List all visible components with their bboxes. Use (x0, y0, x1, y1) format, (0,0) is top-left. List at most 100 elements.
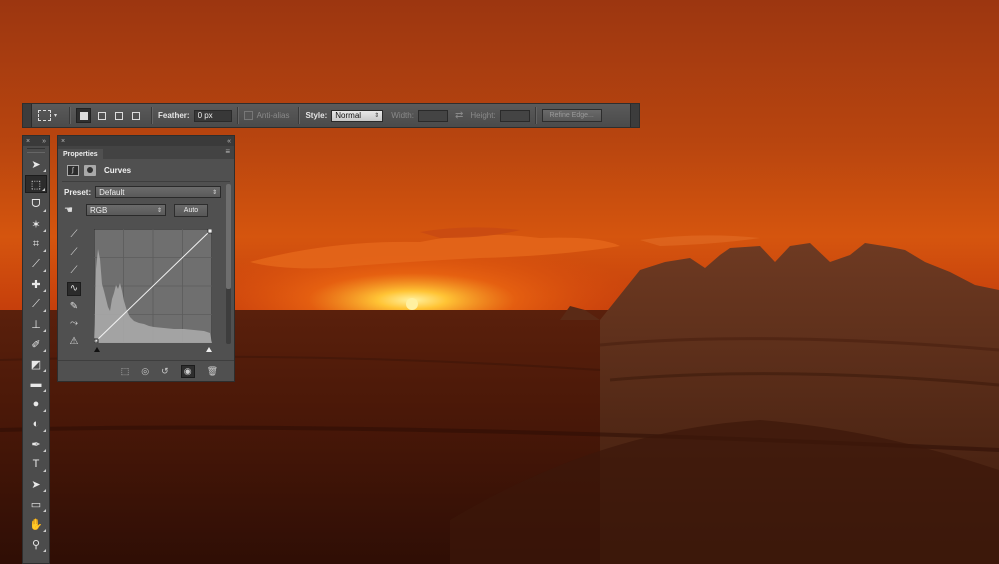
tool-flyout-indicator (43, 209, 46, 212)
rectangular-marquee-icon (38, 110, 51, 121)
lasso-tool-button[interactable]: ᗜ (25, 195, 47, 213)
refine-edge-button[interactable]: Refine Edge... (541, 109, 602, 122)
input-level-sliders[interactable] (94, 346, 212, 352)
width-label: Width: (391, 111, 414, 120)
tools-panel: × » ➤ ⬚ ᗜ ✶ ⌗ ⟋ ✚ ⟋ ⊥ ✐ ◩ ▬ ● ◐ ✒ T ➤ ▭ ✋ ⚲ (22, 135, 50, 564)
gradient-tool-button[interactable]: ▬ (25, 375, 47, 393)
move-tool-icon: ➤ (31, 158, 41, 171)
crop-tool-button[interactable]: ⌗ (25, 235, 47, 253)
eraser-tool-icon: ◩ (30, 358, 42, 371)
clip-to-layer-icon[interactable]: ⬚ (121, 366, 130, 377)
channel-select[interactable]: RGB ⇕ (86, 204, 166, 216)
subtract-from-selection-icon (114, 111, 123, 120)
curves-graph[interactable] (94, 229, 212, 343)
hand-tool-button[interactable]: ✋ (25, 515, 47, 533)
move-tool-button[interactable]: ➤ (25, 155, 47, 173)
history-brush-tool-icon: ✐ (31, 338, 41, 351)
close-icon[interactable]: × (61, 138, 65, 145)
adjustment-title: ∫ Curves (58, 159, 234, 181)
tool-flyout-indicator (43, 409, 46, 412)
toggle-visibility-eye-icon[interactable]: ◉ (180, 364, 195, 378)
rectangle-shape-tool-button[interactable]: ▭ (25, 495, 47, 513)
pen-tool-button[interactable]: ✒ (25, 435, 47, 453)
black-point-eyedropper-icon[interactable]: ⟋ (67, 229, 81, 243)
clone-stamp-tool-button[interactable]: ⊥ (25, 315, 47, 333)
eraser-tool-button[interactable]: ◩ (25, 355, 47, 373)
layer-mask-icon[interactable] (84, 164, 96, 176)
expand-icon[interactable]: » (42, 138, 46, 145)
tool-flyout-indicator (43, 549, 46, 552)
clipping-warning-icon[interactable]: ⚠ (67, 336, 81, 350)
divider (236, 107, 239, 124)
targeted-adjustment-hand-icon[interactable]: ☚ (64, 205, 86, 216)
type-tool-button[interactable]: T (25, 455, 47, 473)
gradient-tool-icon: ▬ (30, 378, 42, 390)
brush-tool-button[interactable]: ⟋ (25, 295, 47, 313)
channel-row: ☚ RGB ⇕ Auto (58, 201, 234, 219)
options-bar-grip[interactable] (23, 104, 32, 127)
anti-alias-label: Anti-alias (256, 111, 290, 120)
style-select[interactable]: Normal ⇕ (331, 109, 384, 122)
close-icon[interactable]: × (26, 138, 30, 145)
healing-brush-tool-icon: ✚ (31, 278, 41, 291)
panel-menu-icon[interactable]: ≡ (225, 147, 230, 156)
blur-tool-button[interactable]: ● (25, 395, 47, 413)
width-input[interactable] (417, 109, 448, 122)
chevron-down-icon: ▾ (54, 113, 58, 119)
divider (298, 107, 301, 124)
scrollbar-thumb[interactable] (226, 184, 231, 289)
new-selection-button[interactable] (76, 108, 91, 123)
draw-curve-pencil-icon[interactable]: ✎ (67, 301, 81, 315)
new-selection-icon (79, 111, 88, 120)
intersect-selection-button[interactable] (129, 109, 142, 122)
zoom-tool-button[interactable]: ⚲ (25, 535, 47, 553)
feather-input[interactable] (193, 109, 232, 122)
tool-flyout-indicator (43, 389, 46, 392)
rectangular-marquee-tool-button[interactable]: ⬚ (25, 175, 47, 193)
tool-flyout-indicator (43, 169, 46, 172)
height-input[interactable] (499, 109, 530, 122)
reset-icon[interactable]: ↺ (161, 366, 169, 377)
healing-brush-tool-button[interactable]: ✚ (25, 275, 47, 293)
eyedropper-tool-button[interactable]: ⟋ (25, 255, 47, 273)
tool-flyout-indicator (43, 309, 46, 312)
smooth-curve-icon[interactable]: ⤳ (67, 318, 81, 332)
auto-button[interactable]: Auto (174, 203, 208, 217)
properties-scrollbar[interactable] (226, 184, 231, 344)
properties-footer: ⬚ ◎ ↺ ◉ 🗑 (58, 360, 234, 381)
tool-flyout-indicator (43, 349, 46, 352)
rectangular-marquee-tool-icon: ⬚ (30, 178, 42, 191)
rectangle-shape-tool-icon: ▭ (30, 498, 42, 511)
intersect-selection-icon (131, 111, 140, 120)
magic-wand-tool-button[interactable]: ✶ (25, 215, 47, 233)
tab-properties[interactable]: Properties (58, 149, 103, 159)
up-down-arrows-icon: ⇕ (374, 113, 380, 119)
subtract-from-selection-button[interactable] (112, 109, 125, 122)
options-bar-grip-right[interactable] (630, 104, 639, 127)
gray-point-eyedropper-icon[interactable]: ⟋ (67, 247, 81, 261)
tool-flyout-indicator (43, 269, 46, 272)
add-to-selection-button[interactable] (95, 109, 108, 122)
tool-flyout-indicator (43, 329, 46, 332)
swap-width-height-icon[interactable]: ⇄ (455, 110, 463, 121)
delete-trash-icon[interactable]: 🗑 (207, 366, 218, 377)
history-brush-tool-button[interactable]: ✐ (25, 335, 47, 353)
tool-flyout-indicator (43, 529, 46, 532)
dodge-tool-button[interactable]: ◐ (25, 415, 47, 433)
up-down-arrows-icon: ⇕ (156, 207, 162, 214)
options-bar: ▾ Feather: Anti-alias Style: Normal ⇕ Wi… (22, 103, 640, 128)
add-to-selection-icon (97, 111, 106, 120)
path-selection-tool-button[interactable]: ➤ (25, 475, 47, 493)
anti-alias-checkbox[interactable] (243, 111, 253, 120)
collapse-icon[interactable]: « (227, 138, 231, 145)
tools-panel-grip[interactable] (27, 148, 45, 153)
divider (151, 107, 153, 124)
view-previous-state-icon[interactable]: ◎ (141, 366, 149, 377)
white-point-eyedropper-icon[interactable]: ⟋ (67, 265, 81, 279)
tool-flyout-indicator (43, 289, 46, 292)
curves-adjustment-icon[interactable]: ∫ (67, 164, 79, 176)
tool-preset-picker[interactable]: ▾ (38, 108, 64, 124)
style-label: Style: (305, 111, 328, 120)
preset-select[interactable]: Default ⇕ (95, 186, 222, 198)
edit-points-curve-icon[interactable]: ∿ (67, 282, 81, 296)
